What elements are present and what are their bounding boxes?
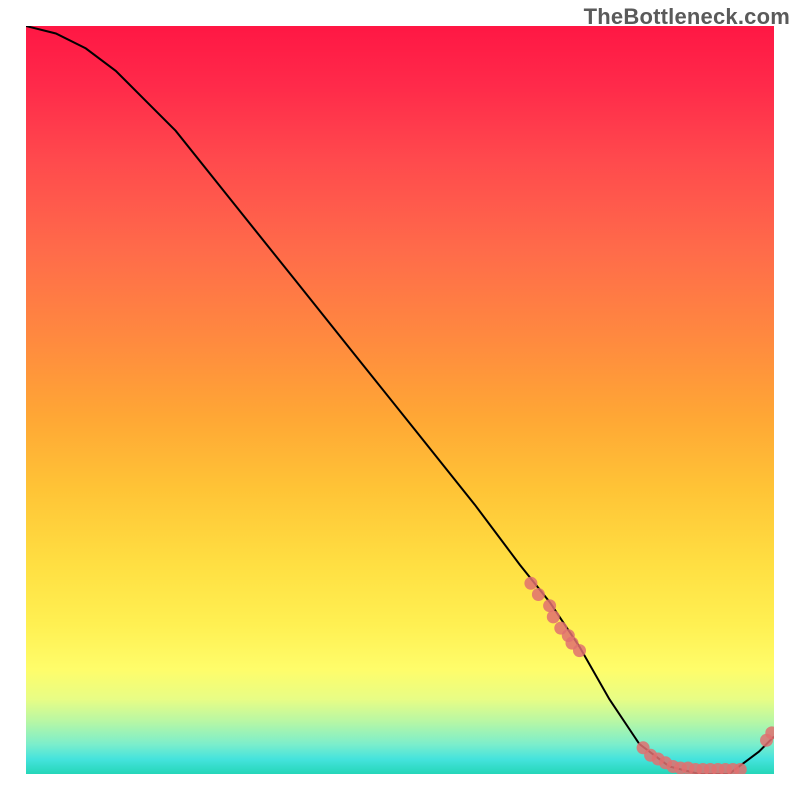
plot-area (26, 26, 774, 774)
data-markers (524, 577, 774, 774)
data-point (547, 610, 560, 623)
data-point (524, 577, 537, 590)
data-point (532, 588, 545, 601)
chart-svg (26, 26, 774, 774)
data-point (573, 644, 586, 657)
data-point (543, 599, 556, 612)
bottleneck-curve (26, 26, 774, 774)
chart-container: TheBottleneck.com (0, 0, 800, 800)
curve-path-group (26, 26, 774, 774)
